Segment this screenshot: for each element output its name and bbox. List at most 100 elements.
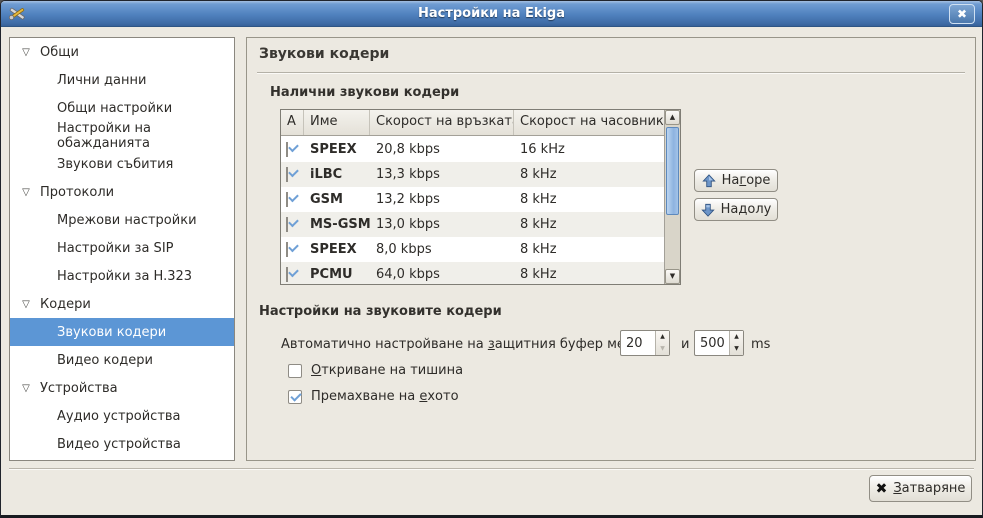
sidebar-item[interactable]: Мрежови настройки (10, 206, 234, 234)
page-title: Звукови кодери (259, 46, 389, 62)
title-separator (257, 72, 965, 74)
sidebar-item[interactable]: Настройки на обажданията (10, 122, 234, 150)
codec-clock-rate: 8 kHz (514, 167, 664, 182)
sidebar-item[interactable]: ▽Устройства (10, 374, 234, 402)
echo-cancellation-label: Премахване на ехото (311, 389, 459, 404)
expander-open-icon[interactable]: ▽ (19, 383, 33, 394)
codec-bitrate: 13,2 kbps (370, 192, 514, 207)
codec-name: MS-GSM (304, 217, 370, 232)
codec-clock-rate: 16 kHz (514, 142, 664, 157)
codec-clock-rate: 8 kHz (514, 242, 664, 257)
codec-name: GSM (304, 192, 370, 207)
codec-enabled-checkbox[interactable] (286, 167, 288, 182)
echo-cancellation-option[interactable]: Премахване на ехото (288, 389, 459, 404)
column-header-name[interactable]: Име (304, 110, 370, 135)
spin-down-icon[interactable]: ▼ (656, 343, 669, 355)
titlebar[interactable]: Настройки на Ekiga ✖ (1, 1, 982, 27)
sidebar-tree[interactable]: ▽ОбщиЛични данниОбщи настройкиНастройки … (9, 37, 235, 461)
codec-row[interactable]: GSM13,2 kbps8 kHz (281, 187, 664, 212)
sidebar-item-label: Общи (40, 45, 79, 60)
codec-enabled-checkbox[interactable] (286, 217, 288, 232)
jitter-min-spinner[interactable]: 20 ▲ ▼ (620, 330, 670, 356)
codec-clock-rate: 8 kHz (514, 217, 664, 232)
jitter-and-label: и (681, 337, 689, 352)
codec-enabled-checkbox[interactable] (286, 192, 288, 207)
sidebar-item-label: Видео кодери (57, 353, 153, 368)
expander-open-icon[interactable]: ▽ (19, 187, 33, 198)
sidebar-item-label: Настройки за SIP (57, 241, 174, 256)
move-up-button[interactable]: Нагоре (694, 169, 778, 192)
codec-row[interactable]: iLBC13,3 kbps8 kHz (281, 162, 664, 187)
scroll-up-icon[interactable]: ▲ (665, 110, 680, 125)
codec-name: SPEEX (304, 242, 370, 257)
window-title: Настройки на Ekiga (1, 6, 982, 21)
sidebar-item-label: Звукови кодери (57, 325, 166, 340)
close-button[interactable]: ✖ Затваряне (869, 475, 972, 502)
codec-name: iLBC (304, 167, 370, 182)
column-header-active[interactable]: А (281, 110, 304, 135)
preferences-dialog: Настройки на Ekiga ✖ ▽ Общи Лични данниОбщ… (0, 0, 983, 518)
expander-open-icon[interactable]: ▽ (19, 47, 33, 58)
sidebar-item-label: Протоколи (40, 185, 114, 200)
jitter-max-spinner[interactable]: 500 ▲ ▼ (694, 330, 744, 356)
codec-bitrate: 8,0 kbps (370, 242, 514, 257)
arrow-down-icon (701, 203, 715, 217)
sidebar-item[interactable]: Общи настройки (10, 94, 234, 122)
sidebar-item[interactable]: Звукови кодери (10, 318, 234, 346)
jitter-min-value[interactable]: 20 (626, 336, 643, 351)
codec-row[interactable]: MS-GSM13,0 kbps8 kHz (281, 212, 664, 237)
codec-name: SPEEX (304, 142, 370, 157)
sidebar-item[interactable]: ▽ Протоколи (10, 178, 234, 206)
expander-open-icon[interactable]: ▽ (19, 299, 33, 310)
main-panel: Звукови кодери Налични звукови кодери А … (246, 37, 976, 461)
codec-bitrate: 13,3 kbps (370, 167, 514, 182)
sidebar-item[interactable]: ▽ Общи (10, 38, 234, 66)
codec-bitrate: 64,0 kbps (370, 267, 514, 282)
sidebar-item-label: Настройки на обажданията (57, 121, 234, 151)
move-down-label: Надолу (721, 202, 772, 217)
silence-detection-option[interactable]: Откриване на тишина (288, 363, 463, 378)
codec-table[interactable]: А Име Скорост на връзката Скорост на час… (280, 109, 681, 285)
jitter-buffer-label: Автоматично настройване на защитния буфе… (281, 337, 653, 352)
codec-row[interactable]: SPEEX8,0 kbps8 kHz (281, 237, 664, 262)
sidebar-item[interactable]: Видео кодери (10, 346, 234, 374)
codec-table-body: SPEEX20,8 kbps16 kHziLBC13,3 kbps8 kHzGS… (281, 137, 664, 284)
sidebar-item[interactable]: ▽ Кодери (10, 290, 234, 318)
codec-row[interactable]: SPEEX20,8 kbps16 kHz (281, 137, 664, 162)
window-close-icon[interactable]: ✖ (949, 4, 975, 24)
sidebar-item-label: Кодери (40, 297, 91, 312)
sidebar-item-label: Мрежови настройки (57, 213, 197, 228)
sidebar-item[interactable]: Лични данни (10, 66, 234, 94)
sidebar-item-label: Звукови събития (57, 157, 173, 172)
silence-detection-checkbox[interactable] (288, 364, 302, 378)
jitter-unit-label: ms (751, 337, 770, 352)
sidebar-item[interactable]: Настройки за H.323 (10, 262, 234, 290)
move-up-label: Нагоре (722, 173, 771, 188)
jitter-max-value[interactable]: 500 (700, 336, 725, 351)
codec-enabled-checkbox[interactable] (286, 142, 288, 157)
spin-down-icon[interactable]: ▼ (730, 343, 743, 355)
codec-enabled-checkbox[interactable] (286, 242, 288, 257)
sidebar-item[interactable]: Настройки за SIP (10, 234, 234, 262)
sidebar-item[interactable]: Аудио устройства (10, 402, 234, 430)
tools-icon (8, 5, 26, 23)
move-down-button[interactable]: Надолу (694, 198, 778, 221)
silence-detection-label: Откриване на тишина (311, 363, 463, 378)
column-header-clock[interactable]: Скорост на часовника (514, 110, 680, 135)
echo-cancellation-checkbox[interactable] (288, 390, 302, 404)
codec-enabled-checkbox[interactable] (286, 267, 288, 282)
codec-row[interactable]: PCMU64,0 kbps8 kHz (281, 262, 664, 284)
table-scrollbar[interactable]: ▲ ▼ (664, 110, 680, 284)
codec-bitrate: 20,8 kbps (370, 142, 514, 157)
sidebar-item[interactable]: Звукови събития (10, 150, 234, 178)
codec-bitrate: 13,0 kbps (370, 217, 514, 232)
sidebar-item-label: Аудио устройства (57, 409, 181, 424)
sidebar-item[interactable]: Видео устройства (10, 430, 234, 458)
scrollbar-thumb[interactable] (666, 127, 679, 215)
spin-up-icon[interactable]: ▲ (730, 331, 743, 343)
column-header-bitrate[interactable]: Скорост на връзката (370, 110, 514, 135)
scroll-down-icon[interactable]: ▼ (665, 269, 680, 284)
codec-table-header: А Име Скорост на връзката Скорост на час… (281, 110, 680, 136)
spin-up-icon[interactable]: ▲ (656, 331, 669, 343)
codec-clock-rate: 8 kHz (514, 192, 664, 207)
